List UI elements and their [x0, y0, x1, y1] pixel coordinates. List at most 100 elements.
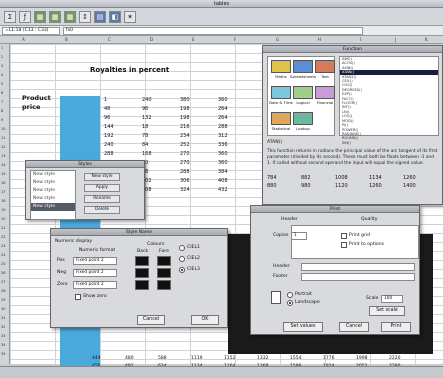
- footer-input[interactable]: [301, 273, 415, 281]
- chart-icon[interactable]: ▦: [34, 10, 46, 23]
- row-header[interactable]: 16: [1, 181, 6, 185]
- category-icon[interactable]: [271, 60, 291, 73]
- row-header[interactable]: 24: [1, 253, 6, 257]
- chart-icon[interactable]: ▦: [49, 10, 61, 23]
- table-cell[interactable]: 240: [102, 141, 140, 150]
- table-cell[interactable]: 1554: [290, 355, 323, 363]
- table-cell[interactable]: 96: [140, 168, 178, 177]
- column-header[interactable]: J: [395, 36, 396, 44]
- table-cell[interactable]: 192: [102, 132, 140, 141]
- row-header[interactable]: 19: [1, 208, 6, 212]
- row-header[interactable]: 35: [1, 352, 6, 356]
- table-cell[interactable]: 90: [140, 159, 178, 168]
- table-cell[interactable]: 240: [140, 96, 178, 105]
- table-cell[interactable]: 1152: [224, 355, 257, 363]
- column-header[interactable]: E: [192, 36, 195, 44]
- table-cell[interactable]: 264: [216, 105, 254, 114]
- window-titlebar[interactable]: tables: [0, 0, 443, 8]
- row-header[interactable]: 31: [1, 316, 6, 320]
- column-header[interactable]: B: [65, 36, 68, 44]
- zero-fore-swatch[interactable]: [157, 280, 171, 290]
- table-cell[interactable]: 1776: [323, 355, 356, 363]
- table-cell[interactable]: 252: [178, 141, 216, 150]
- image-icon[interactable]: ◧: [109, 10, 121, 23]
- table-cell[interactable]: 480: [125, 355, 158, 363]
- row-header[interactable]: 17: [1, 190, 6, 194]
- table-cell[interactable]: 78: [140, 132, 178, 141]
- table-cell[interactable]: 288: [178, 168, 216, 177]
- sort-icon[interactable]: ↕: [79, 10, 91, 23]
- row-header[interactable]: 25: [1, 262, 6, 266]
- functions-title[interactable]: Function: [263, 46, 442, 53]
- table-cell[interactable]: 264: [216, 114, 254, 123]
- function-list[interactable]: ABS() ACOS() ASIN() ATAN() ATAN2() CEIL() COS(…: [339, 56, 439, 145]
- table-cell[interactable]: 306: [178, 177, 216, 186]
- radio-ciel3[interactable]: [179, 267, 185, 273]
- portrait-radio[interactable]: [287, 292, 293, 298]
- cancel-button[interactable]: Cancel: [339, 322, 369, 332]
- table-cell[interactable]: 84: [140, 141, 178, 150]
- print-grid-checkbox[interactable]: [341, 233, 347, 239]
- pos-format-select[interactable]: Fixed point 2: [73, 257, 117, 265]
- set-scale-button[interactable]: Set scale: [369, 306, 405, 316]
- row-header[interactable]: 23: [1, 244, 6, 248]
- row-header[interactable]: 11: [1, 136, 6, 140]
- category-icon[interactable]: [271, 86, 291, 99]
- category-icon[interactable]: [271, 112, 291, 125]
- print-title[interactable]: Print: [251, 206, 419, 213]
- table-cell[interactable]: 288: [102, 150, 140, 159]
- row-header[interactable]: 26: [1, 271, 6, 275]
- table-cell[interactable]: 432: [216, 186, 254, 195]
- table-cell[interactable]: 1998: [356, 355, 389, 363]
- star-icon[interactable]: ✶: [124, 10, 136, 23]
- column-header[interactable]: A: [22, 36, 25, 44]
- style-name-title[interactable]: Style Name: [51, 229, 227, 236]
- row-header[interactable]: 30: [1, 307, 6, 311]
- row-header[interactable]: 29: [1, 298, 6, 302]
- table-cell[interactable]: 96: [102, 114, 140, 123]
- sum-icon[interactable]: Σ: [4, 10, 16, 23]
- table-cell[interactable]: 1332: [257, 355, 290, 363]
- table-cell[interactable]: 18: [140, 123, 178, 132]
- neg-fore-swatch[interactable]: [157, 268, 171, 278]
- column-header[interactable]: H: [318, 36, 321, 44]
- row-header[interactable]: 10: [1, 127, 6, 131]
- table-cell[interactable]: 1119: [191, 355, 224, 363]
- row-header[interactable]: 2: [1, 55, 3, 59]
- ok-button[interactable]: OK: [191, 315, 219, 325]
- cancel-button[interactable]: Cancel: [137, 315, 165, 325]
- table-cell[interactable]: 2220: [389, 355, 422, 363]
- table-cell[interactable]: 360: [216, 96, 254, 105]
- column-header[interactable]: F: [234, 36, 236, 44]
- scale-input[interactable]: 100: [381, 295, 403, 303]
- table-cell[interactable]: 144: [102, 123, 140, 132]
- style-list-item[interactable]: New style: [31, 195, 75, 203]
- row-header[interactable]: 1: [1, 46, 3, 50]
- style-list-item[interactable]: New style: [31, 203, 75, 211]
- row-header[interactable]: 18: [1, 199, 6, 203]
- category-icon[interactable]: [293, 86, 313, 99]
- table-cell[interactable]: 270: [178, 159, 216, 168]
- column-header[interactable]: G: [276, 36, 279, 44]
- table-cell[interactable]: 408: [216, 177, 254, 186]
- print-window[interactable]: Print Header Quality Copies 1 Print grid…: [250, 205, 420, 335]
- landscape-radio[interactable]: [287, 300, 293, 306]
- table-cell[interactable]: 1: [102, 96, 140, 105]
- style-list-item[interactable]: New style: [31, 179, 75, 187]
- row-header[interactable]: 7: [1, 100, 3, 104]
- table-cell[interactable]: 288: [216, 123, 254, 132]
- row-header[interactable]: 3: [1, 64, 3, 68]
- table-cell[interactable]: 108: [140, 186, 178, 195]
- table-cell[interactable]: 384: [216, 168, 254, 177]
- neg-back-swatch[interactable]: [135, 268, 149, 278]
- column-header[interactable]: I: [360, 36, 361, 44]
- table-cell[interactable]: 588: [158, 355, 191, 363]
- category-icon[interactable]: [293, 60, 313, 73]
- row-header[interactable]: 32: [1, 325, 6, 329]
- row-header[interactable]: 8: [1, 109, 3, 113]
- style-list-item[interactable]: New style: [31, 171, 75, 179]
- function-list-item[interactable]: SIN(): [340, 141, 438, 145]
- table-cell[interactable]: 168: [140, 150, 178, 159]
- table-cell[interactable]: 234: [178, 132, 216, 141]
- pos-fore-swatch[interactable]: [157, 256, 171, 266]
